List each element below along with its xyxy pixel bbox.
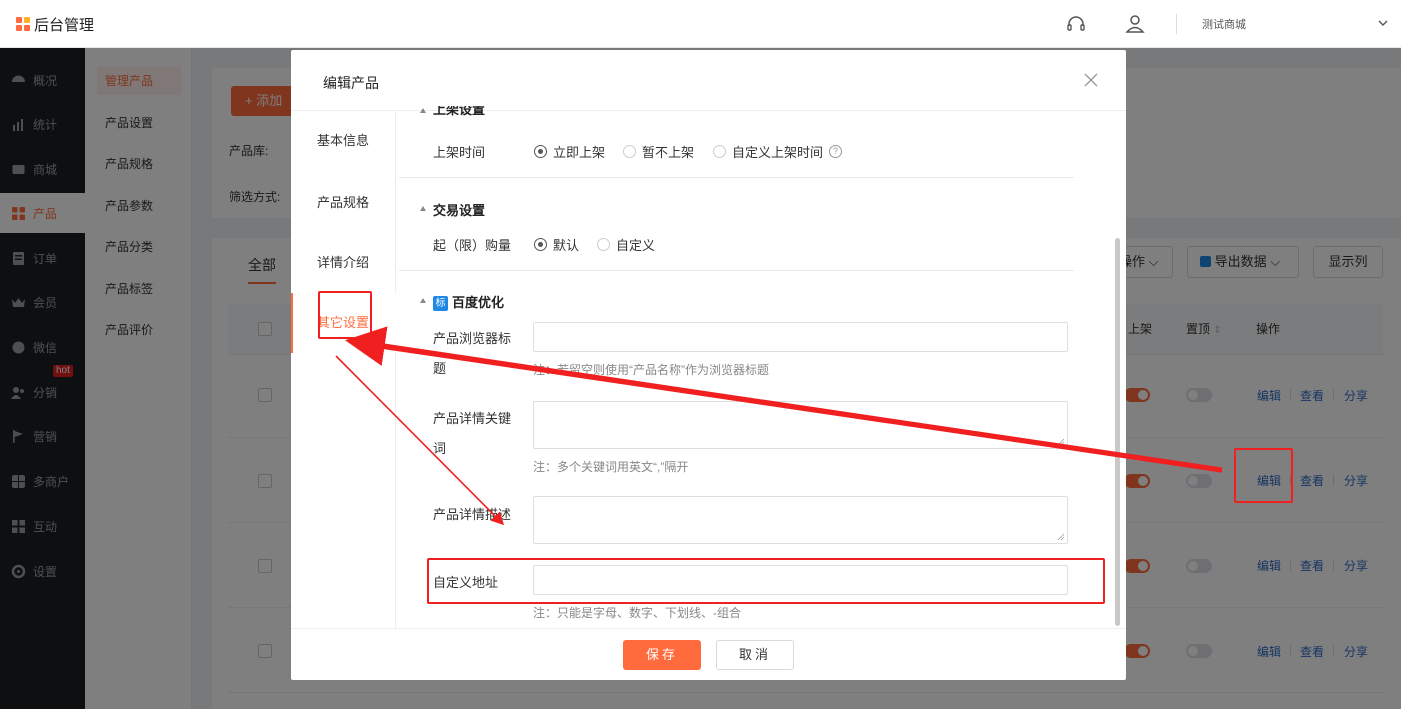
radio-label: 自定义上架时间 — [732, 145, 824, 160]
min-buy-label: 起（限）购量 — [433, 238, 512, 253]
modal-header-divider — [291, 110, 1126, 111]
radio-circle — [534, 145, 547, 158]
annotation-box-edit — [1234, 448, 1293, 503]
radio-circle — [713, 145, 726, 158]
seo-tag-icon: 标 — [433, 296, 448, 311]
radio-circle — [597, 238, 610, 251]
modal-footer-divider — [291, 628, 1126, 629]
description-textarea[interactable] — [533, 496, 1068, 544]
section-trade-title: 交易设置 — [433, 203, 486, 218]
app-logo[interactable]: 后台管理 — [16, 14, 94, 34]
section-seo-title: 标百度优化 — [433, 292, 504, 311]
browser-title-input[interactable] — [533, 322, 1068, 352]
radio-not-publish[interactable]: 暂不上架 — [623, 142, 694, 161]
section-divider — [399, 270, 1074, 271]
app-title: 后台管理 — [34, 16, 95, 34]
radio-label: 默认 — [553, 238, 580, 253]
browser-title-note: 注：若留空则使用“产品名称”作为浏览器标题 — [533, 363, 769, 377]
collapse-triangle-icon[interactable] — [420, 206, 426, 211]
logo-grid-icon — [16, 17, 30, 31]
radio-min-buy-default[interactable]: 默认 — [534, 235, 579, 254]
radio-custom-publish-time[interactable]: 自定义上架时间 ? — [713, 142, 843, 161]
modal-scrollbar[interactable] — [1115, 238, 1120, 626]
custom-url-note: 注：只能是字母、数字、下划线、-组合 — [533, 606, 741, 620]
save-button[interactable]: 保存 — [623, 640, 701, 670]
chevron-down-icon[interactable] — [1376, 16, 1390, 30]
modal-section-nav: 基本信息 产品规格 详情介绍 其它设置 — [291, 111, 396, 628]
annotation-box-other-settings — [318, 291, 372, 339]
radio-label: 立即上架 — [553, 145, 606, 160]
top-bar: 后台管理 测试商城 — [0, 0, 1401, 48]
top-divider — [1176, 14, 1177, 34]
section-shelf-title: 上架设置 — [433, 106, 486, 117]
keywords-label-line2: 词 — [433, 441, 447, 456]
radio-label: 暂不上架 — [642, 145, 695, 160]
resize-grip-icon[interactable] — [1057, 533, 1065, 541]
modal-nav-specs[interactable]: 产品规格 — [291, 173, 396, 233]
headset-icon[interactable] — [1065, 13, 1087, 35]
browser-title-label-line1: 产品浏览器标 — [433, 331, 512, 346]
description-label: 产品详情描述 — [433, 507, 512, 522]
help-icon[interactable]: ? — [829, 145, 843, 158]
radio-label: 自定义 — [616, 238, 656, 253]
section-seo-label: 百度优化 — [452, 295, 505, 310]
resize-grip-icon[interactable] — [1057, 438, 1065, 446]
modal-nav-basic-info[interactable]: 基本信息 — [291, 111, 396, 171]
keywords-label-line1: 产品详情关键 — [433, 411, 512, 426]
modal-nav-details[interactable]: 详情介绍 — [291, 233, 396, 293]
radio-min-buy-custom[interactable]: 自定义 — [597, 235, 655, 254]
shop-name[interactable]: 测试商城 — [1202, 16, 1246, 32]
radio-circle — [623, 145, 636, 158]
radio-publish-now[interactable]: 立即上架 — [534, 142, 605, 161]
keywords-note: 注：多个关键词用英文“,”隔开 — [533, 460, 689, 474]
cancel-button[interactable]: 取消 — [716, 640, 794, 670]
browser-title-label-line2: 题 — [433, 361, 447, 376]
close-icon[interactable] — [1083, 72, 1099, 88]
radio-circle — [534, 238, 547, 251]
modal-title: 编辑产品 — [323, 75, 379, 91]
section-divider — [399, 177, 1074, 178]
collapse-triangle-icon[interactable] — [420, 108, 426, 113]
keywords-textarea[interactable] — [533, 401, 1068, 449]
annotation-box-custom-url — [427, 558, 1105, 604]
collapse-triangle-icon[interactable] — [420, 298, 426, 303]
user-icon[interactable] — [1124, 13, 1146, 35]
shelf-time-label: 上架时间 — [433, 145, 486, 160]
